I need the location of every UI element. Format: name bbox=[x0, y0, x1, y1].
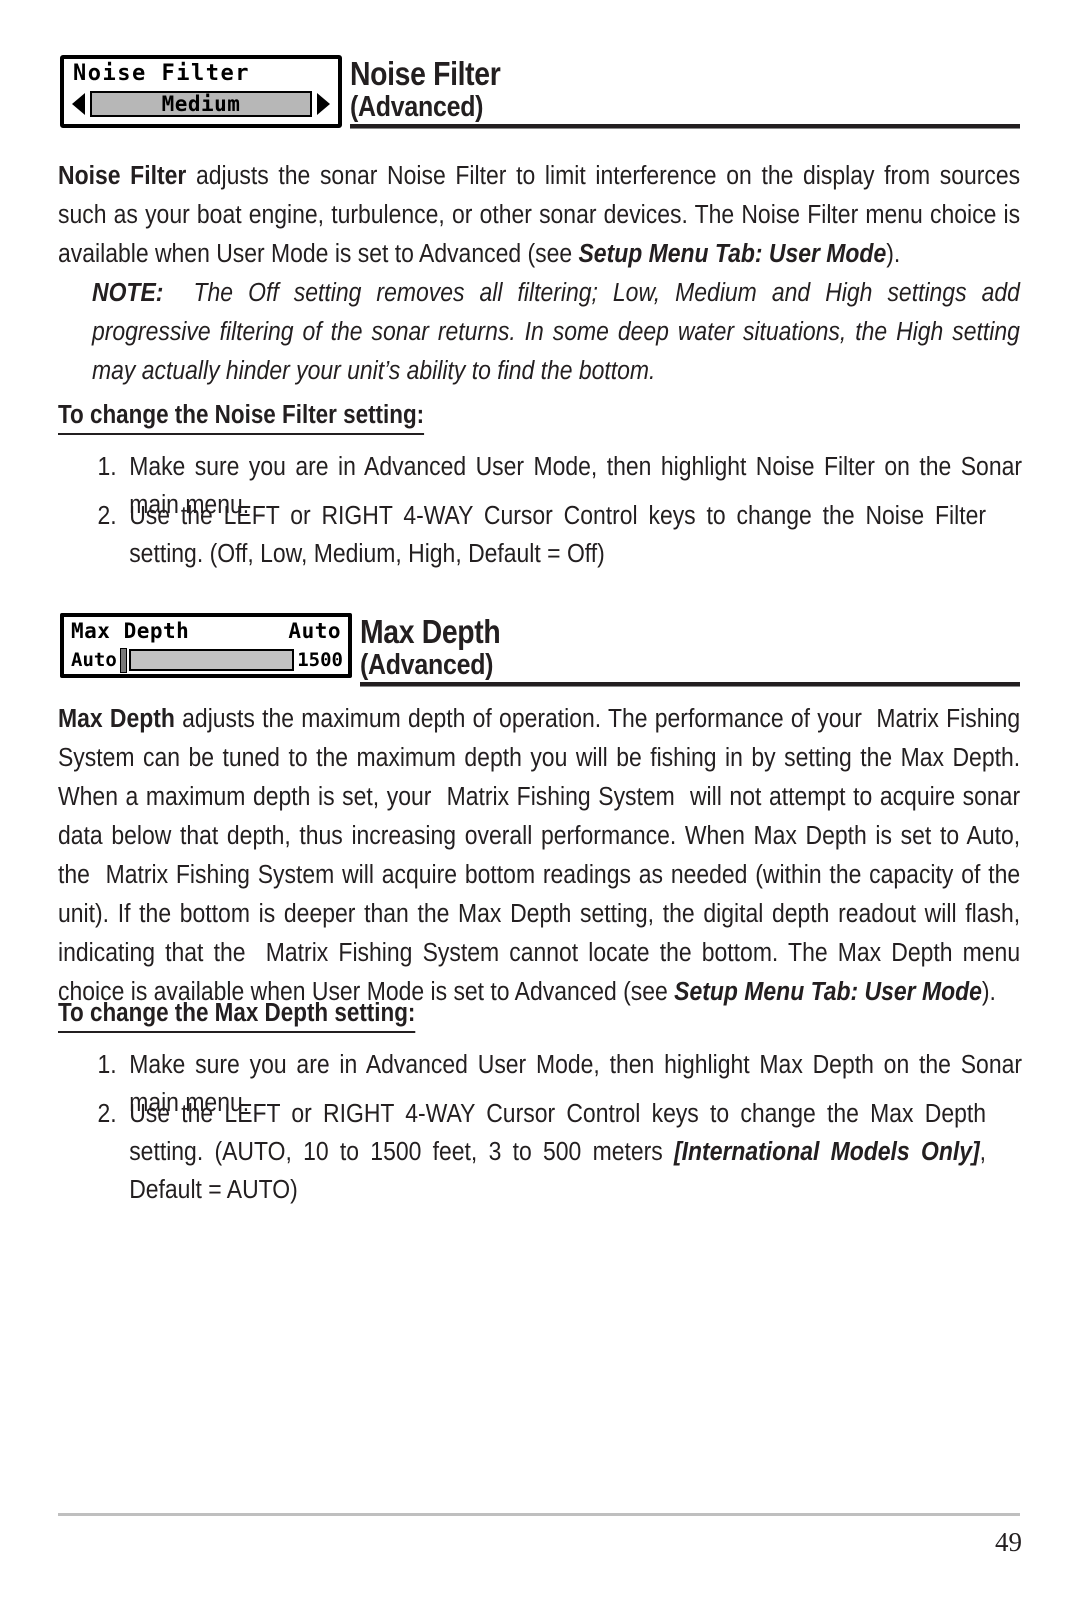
lcd-slider-row-max-depth: Auto 1500 bbox=[71, 647, 343, 673]
footer-divider bbox=[58, 1513, 1020, 1516]
right-arrow-icon[interactable] bbox=[317, 93, 330, 115]
section-header-noise-filter: Noise Filter Medium Noise Filter (Advanc… bbox=[60, 55, 1020, 129]
lcd-label-max-depth: Max Depth bbox=[71, 619, 190, 643]
step-number: 1. bbox=[97, 1051, 117, 1079]
paragraph-noise-filter: Noise Filter adjusts the sonar Noise Fil… bbox=[58, 162, 1021, 268]
section-title-block-noise-filter: Noise Filter (Advanced) bbox=[350, 55, 1020, 129]
left-arrow-icon[interactable] bbox=[72, 93, 85, 115]
lcd-top-row-max-depth: Max Depth Auto bbox=[71, 618, 341, 645]
document-page: Noise Filter Medium Noise Filter (Advanc… bbox=[0, 0, 1080, 1620]
step-text: Use the LEFT or RIGHT 4-WAY Cursor Contr… bbox=[129, 1100, 987, 1204]
lcd-label-noise-filter: Noise Filter bbox=[73, 61, 250, 86]
step-number: 2. bbox=[97, 502, 117, 530]
step-text: Use the LEFT or RIGHT 4-WAY Cursor Contr… bbox=[129, 502, 986, 568]
section-title: Max Depth bbox=[360, 613, 501, 650]
title-divider bbox=[360, 682, 1020, 687]
lcd-slider-min-label: Auto bbox=[71, 649, 117, 671]
step-number: 1. bbox=[97, 453, 117, 481]
step-number: 2. bbox=[97, 1100, 117, 1128]
lcd-option-selector-row: Medium bbox=[72, 89, 330, 119]
step-item: 2. Use the LEFT or RIGHT 4-WAY Cursor Co… bbox=[86, 1095, 986, 1209]
note-noise-filter: NOTE: The Off setting removes all filter… bbox=[92, 279, 1020, 385]
slider-thumb[interactable] bbox=[119, 647, 127, 673]
slider-track[interactable] bbox=[128, 649, 295, 671]
subheading-max-depth: To change the Max Depth setting: bbox=[58, 998, 416, 1033]
lcd-widget-noise-filter: Noise Filter Medium bbox=[60, 55, 342, 128]
lcd-widget-max-depth: Max Depth Auto Auto 1500 bbox=[60, 613, 352, 678]
page-number: 49 bbox=[995, 1527, 1022, 1557]
title-divider bbox=[350, 124, 1020, 129]
section-header-max-depth: Max Depth Auto Auto 1500 Max Depth (Adva… bbox=[60, 613, 1020, 687]
lcd-value-noise-filter[interactable]: Medium bbox=[90, 91, 312, 117]
paragraph-max-depth: Max Depth adjusts the maximum depth of o… bbox=[58, 705, 1021, 1006]
section-subtitle: (Advanced) bbox=[360, 649, 494, 681]
section-subtitle: (Advanced) bbox=[350, 91, 484, 123]
section-title: Noise Filter bbox=[350, 55, 501, 92]
step-item: 2. Use the LEFT or RIGHT 4-WAY Cursor Co… bbox=[86, 497, 986, 573]
section-title-block-max-depth: Max Depth (Advanced) bbox=[360, 613, 1020, 687]
lcd-value-max-depth: Auto bbox=[288, 619, 341, 643]
subheading-noise-filter: To change the Noise Filter setting: bbox=[58, 400, 425, 435]
lcd-slider-max-label: 1500 bbox=[297, 649, 343, 671]
